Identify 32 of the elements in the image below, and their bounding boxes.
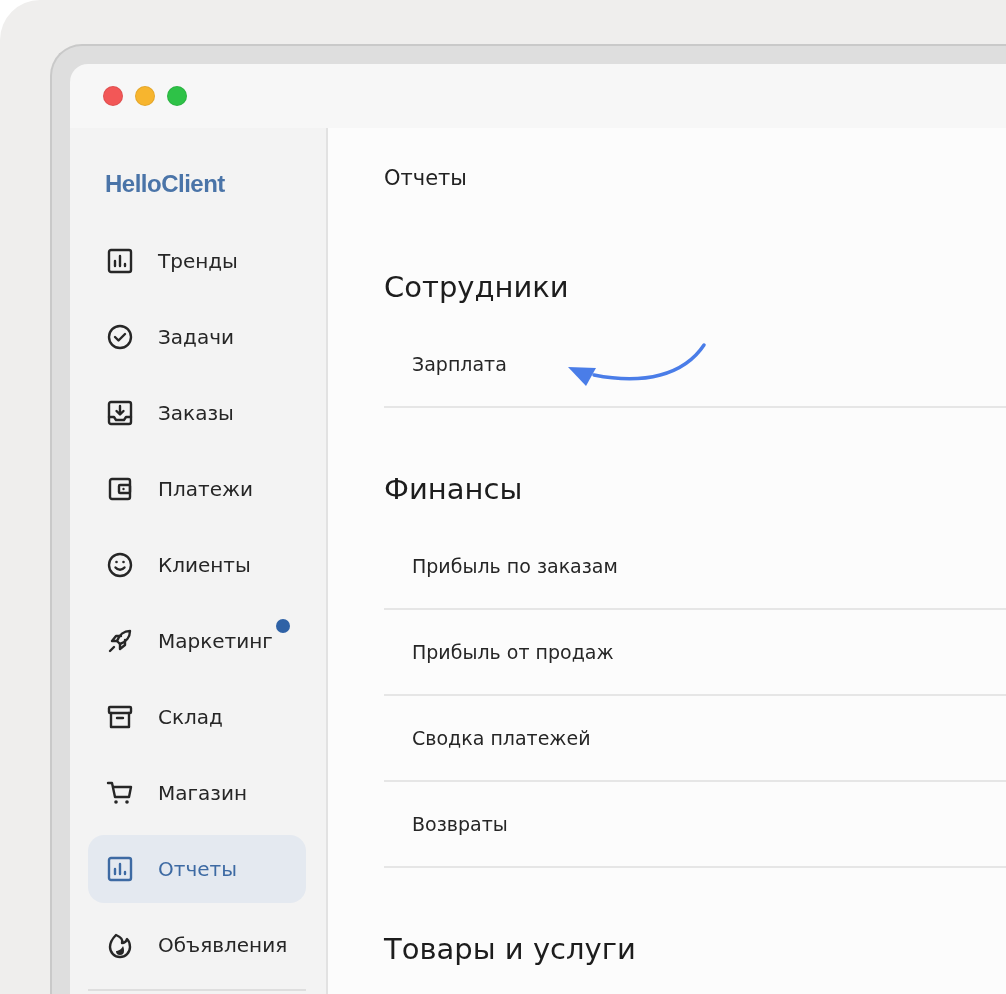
minimize-button[interactable] (135, 86, 155, 106)
nav-item[interactable]: Отчеты (88, 835, 306, 903)
report-link[interactable]: Прибыль от продаж (384, 610, 1006, 696)
check-circle-icon (106, 323, 134, 351)
section-heading: Финансы (384, 472, 524, 506)
nav-item[interactable]: Объявления (88, 911, 306, 979)
tray-download-icon (106, 399, 134, 427)
report-link[interactable]: Возвраты (384, 782, 1006, 868)
close-button[interactable] (103, 86, 123, 106)
nav-item[interactable]: Клиенты (88, 531, 306, 599)
wallet-icon (106, 475, 134, 503)
cart-icon (106, 779, 134, 807)
bar-chart-icon (106, 247, 134, 275)
report-link[interactable]: Сводка платежей (384, 696, 1006, 782)
smiley-icon (106, 551, 134, 579)
section-heading: Товары и услуги (384, 932, 637, 966)
bar-chart-icon (106, 855, 134, 883)
nav-item[interactable]: Задачи (88, 303, 306, 371)
nav-item[interactable]: Маркетинг (88, 607, 306, 675)
nav-item[interactable]: Платежи (88, 455, 306, 523)
flame-icon (106, 931, 134, 959)
report-link[interactable]: Прибыль по заказам (384, 524, 1006, 610)
nav-item[interactable]: Тренды (88, 227, 306, 295)
archive-box-icon (106, 703, 134, 731)
page-title: Отчеты (384, 166, 468, 192)
maximize-button[interactable] (167, 86, 187, 106)
section-heading: Сотрудники (384, 270, 570, 304)
nav-item[interactable]: Склад (88, 683, 306, 751)
rocket-icon (106, 627, 134, 655)
logo: HelloClient (104, 169, 226, 199)
nav-item[interactable]: Магазин (88, 759, 306, 827)
nav-item[interactable]: Заказы (88, 379, 306, 447)
